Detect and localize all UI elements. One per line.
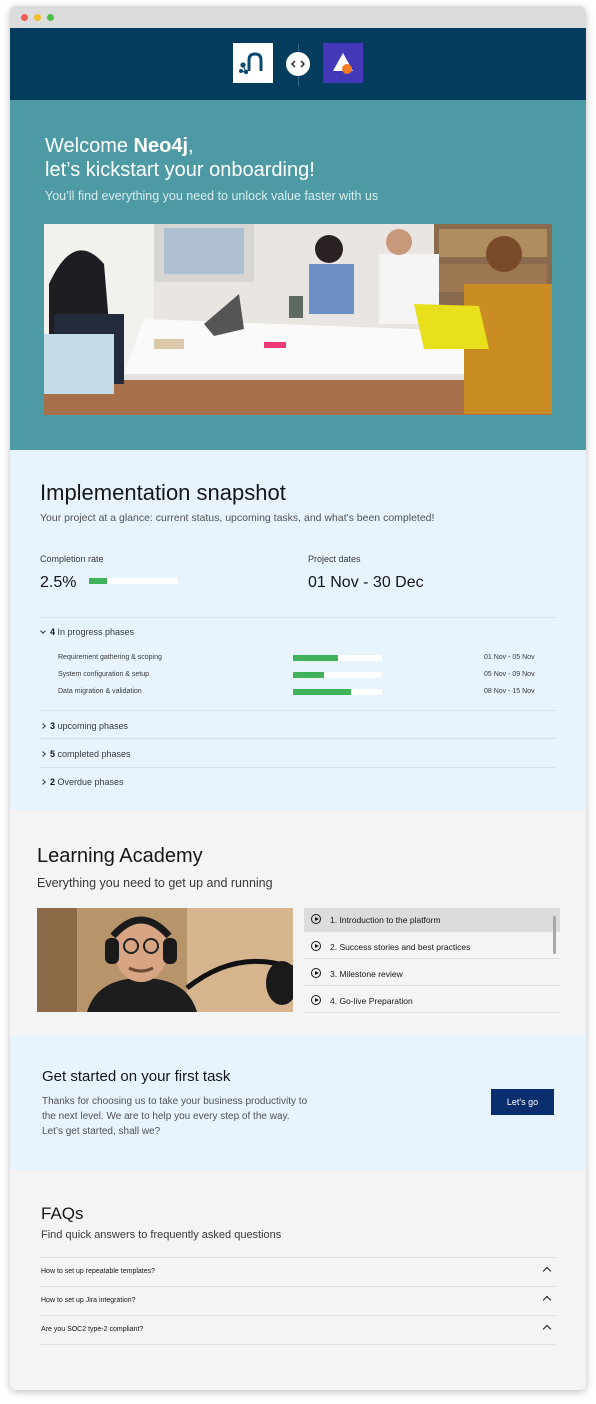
phase-progress-bar (293, 689, 382, 695)
completion-progress-bar (89, 578, 178, 584)
overdue-phases-toggle[interactable]: 2 Overdue phases (40, 777, 124, 787)
phase-name: Data migration & validation (58, 688, 142, 695)
play-icon (311, 914, 321, 924)
phase-progress-fill (293, 672, 325, 678)
snapshot-subtitle: Your project at a glance: current status… (40, 512, 435, 524)
close-window-dot[interactable] (21, 14, 28, 21)
chevron-up-icon (542, 1266, 552, 1276)
hero-heading-line2: let’s kickstart your onboarding! (45, 159, 315, 181)
lesson-item[interactable]: 3. Milestone review (304, 962, 560, 986)
project-dates-label: Project dates (308, 554, 361, 564)
faq-question: How to set up Jira integration? (41, 1297, 136, 1304)
lesson-item[interactable]: 4. Go-live Preparation (304, 989, 560, 1013)
snapshot-divider (40, 617, 556, 618)
snapshot-title: Implementation snapshot (40, 480, 286, 505)
faq-item[interactable]: How to set up repeatable templates? (40, 1257, 556, 1286)
hero-section: Welcome Neo4j, let’s kickstart your onbo… (10, 100, 586, 450)
lesson-label: 3. Milestone review (330, 969, 403, 979)
partner-app-logo (323, 43, 363, 83)
play-icon (311, 995, 321, 1005)
upcoming-label: upcoming phases (55, 721, 129, 731)
integration-icon (285, 51, 311, 77)
faq-item[interactable]: How to set up Jira integration? (40, 1286, 556, 1315)
phase-name: Requirement gathering & scoping (58, 654, 162, 661)
completion-rate-value: 2.5% (40, 574, 77, 591)
team-meeting-photo (44, 224, 552, 415)
neo4j-logo (233, 43, 273, 83)
lesson-item[interactable]: 2. Success stories and best practices (304, 935, 560, 959)
maximize-window-dot[interactable] (47, 14, 54, 21)
learning-academy-section: Learning Academy Everything you need to … (10, 810, 586, 1036)
academy-subtitle: Everything you need to get up and runnin… (37, 876, 273, 890)
phase-progress-bar (293, 672, 382, 678)
hero-subtitle: You’ll find everything you need to unloc… (45, 189, 379, 203)
project-dates-value: 01 Nov - 30 Dec (308, 574, 424, 591)
implementation-snapshot-section: Implementation snapshot Your project at … (10, 450, 586, 810)
browser-window: Welcome Neo4j, let’s kickstart your onbo… (10, 6, 586, 1390)
video-thumbnail[interactable] (37, 908, 293, 1012)
chevron-right-icon (40, 723, 46, 729)
snapshot-divider (40, 767, 556, 768)
task-body: Thanks for choosing us to take your busi… (42, 1096, 308, 1137)
play-icon (311, 941, 321, 951)
overdue-label: Overdue phases (55, 777, 124, 787)
faq-section: FAQs Find quick answers to frequently as… (10, 1170, 586, 1390)
snapshot-divider (40, 738, 556, 739)
faq-question: How to set up repeatable templates? (41, 1268, 156, 1275)
in-progress-label: In progress phases (55, 627, 135, 637)
snapshot-divider (40, 710, 556, 711)
completed-phases-toggle[interactable]: 5 completed phases (40, 749, 131, 759)
first-task-section: Get started on your first task Thanks fo… (10, 1036, 586, 1170)
hero-heading: Welcome Neo4j, let’s kickstart your onbo… (45, 134, 315, 182)
phase-progress-bar (293, 655, 382, 661)
lets-go-button[interactable]: Let's go (491, 1089, 554, 1115)
window-titlebar (10, 6, 586, 28)
in-progress-phases-toggle[interactable]: 4 In progress phases (40, 627, 135, 637)
completion-progress-fill (89, 578, 107, 584)
faq-question: Are you SOC2 type-2 compliant? (41, 1326, 144, 1333)
lesson-label: 4. Go-live Preparation (330, 996, 413, 1006)
phase-name: System configuration & setup (58, 671, 150, 678)
phase-progress-fill (293, 655, 338, 661)
phase-dates: 08 Nov - 15 Nov (484, 688, 535, 695)
chevron-right-icon (40, 751, 46, 757)
lesson-list-scrollbar[interactable] (553, 916, 556, 954)
hero-welcome-text: Welcome (45, 135, 134, 157)
hero-comma: , (188, 135, 194, 157)
faq-item[interactable]: Are you SOC2 type-2 compliant? (40, 1315, 556, 1344)
chevron-down-icon (40, 628, 46, 634)
phase-dates: 05 Nov - 09 Nov (484, 671, 535, 678)
upcoming-phases-toggle[interactable]: 3 upcoming phases (40, 721, 129, 731)
hero-company-name: Neo4j (133, 135, 189, 157)
faq-title: FAQs (41, 1204, 84, 1223)
lesson-label: 2. Success stories and best practices (330, 942, 471, 952)
faq-subtitle: Find quick answers to frequently asked q… (41, 1229, 282, 1241)
completed-label: completed phases (55, 749, 131, 759)
phase-progress-fill (293, 689, 351, 695)
task-title: Get started on your first task (42, 1068, 231, 1085)
lesson-item[interactable]: 1. Introduction to the platform (304, 908, 560, 932)
academy-title: Learning Academy (37, 845, 203, 867)
lesson-label: 1. Introduction to the platform (330, 915, 441, 925)
minimize-window-dot[interactable] (34, 14, 41, 21)
play-icon (311, 968, 321, 978)
faq-divider (40, 1344, 556, 1345)
chevron-up-icon (542, 1295, 552, 1305)
completion-rate-label: Completion rate (40, 554, 104, 564)
phase-dates: 01 Nov - 05 Nov (484, 654, 535, 661)
chevron-up-icon (542, 1324, 552, 1334)
header-logo-bar (10, 28, 586, 100)
chevron-right-icon (40, 779, 46, 785)
